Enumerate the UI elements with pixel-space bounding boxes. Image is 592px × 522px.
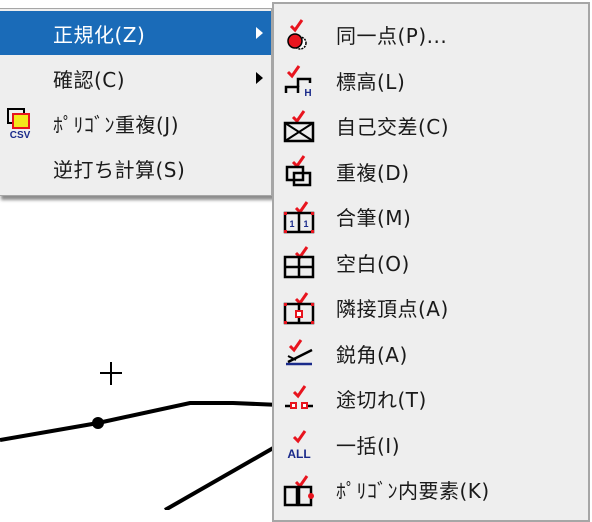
submenu-item-label: 鋭角(A) xyxy=(336,342,408,367)
csv-polygon-overlap-icon: CSV xyxy=(7,108,31,140)
normalize-submenu: 同一点(P)... H 標高(L) 自己交差(C) 重複(D) 1 1 合筆(M… xyxy=(272,2,590,522)
submenu-item-blank[interactable]: 空白(O) xyxy=(274,240,588,286)
submenu-item-acute-angle[interactable]: 鋭角(A) xyxy=(274,331,588,377)
submenu-item-label: 自己交差(C) xyxy=(336,115,450,140)
polyline-upper xyxy=(0,401,281,442)
same-point-icon xyxy=(287,18,307,50)
svg-text:CSV: CSV xyxy=(10,130,31,140)
elevation-icon: H xyxy=(284,65,312,97)
menu-item-normalize[interactable]: 正規化(Z) xyxy=(0,11,271,55)
svg-text:1: 1 xyxy=(289,219,294,229)
gap-icon xyxy=(285,384,313,409)
svg-text:1: 1 xyxy=(303,219,308,229)
submenu-item-same-point[interactable]: 同一点(P)... xyxy=(274,12,588,58)
menu-item-label: 逆打ち計算(S) xyxy=(53,157,186,182)
menu-item-polygon-overlap[interactable]: CSV ﾎﾟﾘｺﾞﾝ重複(J) xyxy=(0,101,271,145)
submenu-item-label: ﾎﾟﾘｺﾞﾝ内要素(K) xyxy=(336,479,490,504)
submenu-item-label: 隣接頂点(A) xyxy=(336,297,449,322)
submenu-item-duplicate[interactable]: 重複(D) xyxy=(274,149,588,195)
menu-item-reverse-calc[interactable]: 逆打ち計算(S) xyxy=(0,146,271,190)
submenu-item-all[interactable]: ALL 一括(I) xyxy=(274,422,588,468)
self-intersection-icon xyxy=(283,109,315,142)
submenu-item-self-intersection[interactable]: 自己交差(C) xyxy=(274,103,588,149)
submenu-item-label: 途切れ(T) xyxy=(336,388,427,413)
menu-item-check[interactable]: 確認(C) xyxy=(0,56,271,100)
polyline-vertex xyxy=(92,417,104,429)
submenu-item-label: 空白(O) xyxy=(336,251,410,276)
submenu-item-label: 同一点(P)... xyxy=(336,24,448,49)
svg-text:H: H xyxy=(304,88,311,97)
duplicate-icon xyxy=(285,155,312,187)
submenu-arrow-icon xyxy=(256,27,263,39)
submenu-arrow-icon xyxy=(256,72,263,84)
all-icon: ALL xyxy=(287,430,311,461)
adjacent-vertex-icon xyxy=(283,291,315,324)
menu-item-label: ﾎﾟﾘｺﾞﾝ重複(J) xyxy=(53,112,180,137)
submenu-item-elevation[interactable]: H 標高(L) xyxy=(274,58,588,104)
polyline-lower xyxy=(164,445,276,510)
merge-parcel-icon: 1 1 xyxy=(283,200,315,233)
submenu-item-label: 重複(D) xyxy=(336,160,410,185)
blank-icon xyxy=(283,246,315,279)
menu-item-label: 確認(C) xyxy=(53,67,126,92)
submenu-item-label: 標高(L) xyxy=(336,69,406,94)
acute-angle-icon xyxy=(286,339,313,366)
context-menu: 正規化(Z) 確認(C) CSV ﾎﾟﾘｺﾞﾝ重複(J) 逆打ち計算(S) xyxy=(0,8,272,196)
submenu-item-label: 一括(I) xyxy=(336,433,401,458)
submenu-item-adjacent-vertex[interactable]: 隣接頂点(A) xyxy=(274,285,588,331)
submenu-item-gap[interactable]: 途切れ(T) xyxy=(274,376,588,422)
submenu-item-label: 合筆(M) xyxy=(336,206,412,231)
svg-text:ALL: ALL xyxy=(287,447,310,461)
menu-item-label: 正規化(Z) xyxy=(53,22,146,47)
submenu-item-merge-parcel[interactable]: 1 1 合筆(M) xyxy=(274,194,588,240)
polygon-inner-element-icon xyxy=(283,474,314,506)
submenu-item-polygon-inner-element[interactable]: ﾎﾟﾘｺﾞﾝ内要素(K) xyxy=(274,467,588,513)
